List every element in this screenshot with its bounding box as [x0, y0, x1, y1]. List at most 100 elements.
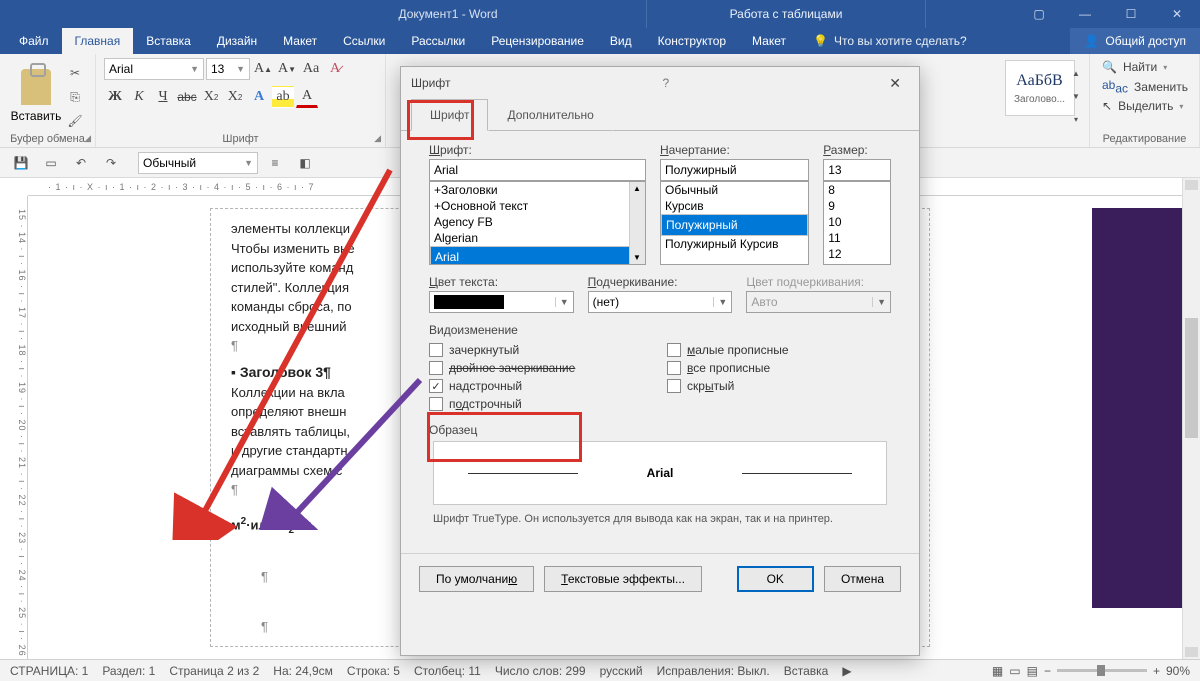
dialog-close-button[interactable]: ✕ [881, 71, 909, 96]
checkbox-strikethrough[interactable]: зачеркнутый [429, 341, 653, 359]
tab-insert[interactable]: Вставка [133, 28, 204, 54]
replace-button[interactable]: abacЗаменить [1098, 76, 1191, 97]
paste-button[interactable]: Вставить [8, 58, 64, 130]
list-item[interactable]: Полужирный [661, 214, 808, 236]
zoom-in-button[interactable]: + [1153, 664, 1160, 678]
vertical-scrollbar[interactable] [1182, 178, 1200, 659]
select-button[interactable]: ↖Выделить▾ [1098, 97, 1191, 115]
tab-table-layout[interactable]: Макет [739, 28, 799, 54]
change-case-button[interactable]: Aa [300, 58, 322, 80]
minimize-button[interactable]: — [1062, 0, 1108, 28]
copy-button[interactable]: ⎘ [64, 86, 86, 108]
font-size-select[interactable]: 13▼ [206, 58, 250, 80]
status-words[interactable]: Число слов: 299 [495, 664, 586, 678]
tab-design[interactable]: Дизайн [204, 28, 270, 54]
dialog-launcher-icon[interactable]: ◢ [84, 133, 91, 144]
zoom-slider[interactable] [1057, 669, 1147, 672]
subscript-button[interactable]: X2 [200, 86, 222, 108]
cut-button[interactable]: ✂ [64, 62, 86, 84]
status-track[interactable]: Исправления: Выкл. [657, 664, 770, 678]
vertical-ruler[interactable]: 15 · 14 · ı · 16 · ı · 17 · ı · 18 · ı ·… [0, 196, 28, 659]
status-language[interactable]: русский [600, 664, 643, 678]
font-name-input[interactable] [429, 159, 646, 181]
tab-mailings[interactable]: Рассылки [398, 28, 478, 54]
outline-button[interactable]: ◧ [292, 151, 318, 175]
highlight-button[interactable]: ab [272, 86, 294, 108]
tab-file[interactable]: Файл [6, 28, 62, 54]
dialog-tab-advanced[interactable]: Дополнительно [488, 99, 612, 131]
list-item[interactable]: +Основной текст [430, 198, 645, 214]
find-button[interactable]: 🔍Найти▾ [1098, 58, 1191, 76]
list-item[interactable]: Курсив [661, 198, 808, 214]
font-style-input[interactable] [660, 159, 809, 181]
style-select[interactable]: Обычный▼ [138, 152, 258, 174]
save-button[interactable]: 💾 [8, 151, 34, 175]
bold-button[interactable]: Ж [104, 86, 126, 108]
size-list[interactable]: 8 9 10 11 12 [823, 181, 891, 265]
styles-more-button[interactable]: ▾ [1065, 108, 1087, 130]
italic-button[interactable]: К [128, 86, 150, 108]
status-pageof[interactable]: Страница 2 из 2 [169, 664, 259, 678]
styles-down-button[interactable]: ▼ [1065, 85, 1087, 107]
view-web-button[interactable]: ▤ [1027, 664, 1038, 678]
close-button[interactable]: ✕ [1154, 0, 1200, 28]
share-button[interactable]: 👤Общий доступ [1070, 28, 1200, 54]
status-column[interactable]: Столбец: 11 [414, 664, 481, 678]
style-list[interactable]: Обычный Курсив Полужирный Полужирный Кур… [660, 181, 809, 265]
checkbox-superscript[interactable]: ✓надстрочный [429, 377, 653, 395]
list-item[interactable]: 8 [824, 182, 890, 198]
style-gallery-item[interactable]: АаБбВ Заголово... [1005, 60, 1075, 116]
list-item[interactable]: Arial [430, 246, 645, 265]
list-item[interactable]: Полужирный Курсив [661, 236, 808, 252]
view-read-button[interactable]: ▭ [1009, 664, 1020, 678]
checkbox-double-strike[interactable]: двойное зачеркивание [429, 359, 653, 377]
format-painter-button[interactable]: 🖌 [64, 110, 86, 132]
list-item[interactable]: 11 [824, 230, 890, 246]
scroll-up-button[interactable] [1185, 180, 1198, 190]
list-scrollbar[interactable]: ▲▼ [629, 182, 645, 264]
list-item[interactable]: 12 [824, 246, 890, 262]
tab-review[interactable]: Рецензирование [478, 28, 597, 54]
default-button[interactable]: По умолчанию [419, 566, 534, 592]
checkbox-smallcaps[interactable]: малые прописные [667, 341, 891, 359]
text-effects-button[interactable]: Текстовые эффекты... [544, 566, 702, 592]
font-color-button[interactable]: A [296, 86, 318, 108]
help-button[interactable]: ? [655, 72, 678, 94]
checkbox-subscript[interactable]: подстрочный [429, 395, 653, 413]
strikethrough-button[interactable]: abc [176, 86, 198, 108]
checkbox-allcaps[interactable]: все прописные [667, 359, 891, 377]
text-effects-button[interactable]: A [248, 86, 270, 108]
status-macro[interactable]: ▶ [842, 664, 851, 678]
checkbox-hidden[interactable]: скрытый [667, 377, 891, 395]
list-item[interactable]: +Заголовки [430, 182, 645, 198]
tab-references[interactable]: Ссылки [330, 28, 398, 54]
status-insert[interactable]: Вставка [784, 664, 829, 678]
clear-formatting-button[interactable]: A̷ [324, 58, 346, 80]
zoom-level[interactable]: 90% [1166, 664, 1190, 678]
tab-table-design[interactable]: Конструктор [645, 28, 739, 54]
ribbon-options-icon[interactable]: ▢ [1016, 0, 1062, 28]
tell-me[interactable]: 💡Что вы хотите сделать? [813, 28, 967, 54]
list-item[interactable]: 10 [824, 214, 890, 230]
scroll-down-button[interactable] [1185, 647, 1198, 657]
scroll-thumb[interactable] [1185, 318, 1198, 438]
status-at[interactable]: На: 24,9см [273, 664, 333, 678]
font-size-input[interactable] [823, 159, 891, 181]
maximize-button[interactable]: ☐ [1108, 0, 1154, 28]
list-item[interactable]: Algerian [430, 230, 645, 246]
list-item[interactable]: Обычный [661, 182, 808, 198]
superscript-button[interactable]: X2 [224, 86, 246, 108]
paragraph-button[interactable]: ≡ [262, 151, 288, 175]
status-section[interactable]: Раздел: 1 [102, 664, 155, 678]
redo-button[interactable]: ↷ [98, 151, 124, 175]
dialog-tab-font[interactable]: Шрифт [411, 99, 488, 131]
underline-select[interactable]: (нет)▼ [588, 291, 733, 313]
font-name-select[interactable]: Arial▼ [104, 58, 204, 80]
status-line[interactable]: Строка: 5 [347, 664, 400, 678]
cancel-button[interactable]: Отмена [824, 566, 901, 592]
new-button[interactable]: ▭ [38, 151, 64, 175]
ok-button[interactable]: OK [737, 566, 814, 592]
font-list[interactable]: +Заголовки +Основной текст Agency FB Alg… [429, 181, 646, 265]
zoom-out-button[interactable]: − [1044, 664, 1051, 678]
dialog-launcher-icon[interactable]: ◢ [374, 133, 381, 144]
